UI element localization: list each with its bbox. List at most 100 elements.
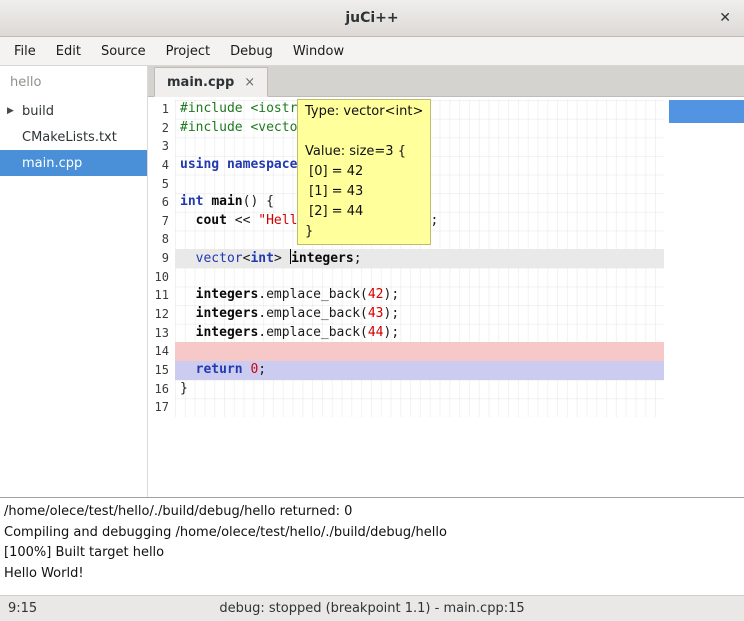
token-num: 42 xyxy=(368,287,384,302)
scrollbar-thumb[interactable] xyxy=(669,100,744,123)
menu-edit[interactable]: Edit xyxy=(46,37,91,65)
line-number[interactable]: 1 xyxy=(148,100,175,119)
tree-item-maincpp[interactable]: main.cpp xyxy=(0,150,147,176)
line-number[interactable]: 10 xyxy=(148,268,175,287)
output-terminal[interactable]: /home/olece/test/hello/./build/debug/hel… xyxy=(0,497,744,595)
terminal-line: Hello World! xyxy=(4,564,740,585)
token-pl xyxy=(180,362,196,377)
scrollbar-track[interactable] xyxy=(664,97,744,497)
tree-item-cmakelists[interactable]: CMakeLists.txt xyxy=(0,124,147,150)
token-pl: ; xyxy=(258,362,266,377)
debug-value-tooltip: Type: vector<int> Value: size=3 { [0] = 4… xyxy=(297,99,431,245)
token-kw: int xyxy=(180,194,203,209)
debug-status-message: debug: stopped (breakpoint 1.1) - main.c… xyxy=(0,601,744,616)
expander-icon[interactable]: ▶ xyxy=(7,106,14,116)
main-body: hello ▶ build CMakeLists.txt main.cpp ma… xyxy=(0,66,744,497)
token-pl: << xyxy=(227,213,258,228)
token-pl: .emplace_back( xyxy=(258,306,368,321)
token-pl xyxy=(219,157,227,172)
token-pl: ); xyxy=(384,306,400,321)
token-kw: return xyxy=(196,362,243,377)
line-number[interactable]: 3 xyxy=(148,137,175,156)
code-line-13[interactable]: integers.emplace_back(44); xyxy=(175,324,664,343)
token-pl: .emplace_back( xyxy=(258,325,368,340)
code-editor[interactable]: 1234567891011121314151617 #include <iost… xyxy=(148,97,744,497)
token-kw: int xyxy=(250,251,273,266)
tooltip-line: [1] = 43 xyxy=(305,182,423,202)
line-number[interactable]: 14 xyxy=(148,342,175,361)
token-typ: vector xyxy=(196,251,243,266)
tooltip-line: Value: size=3 { xyxy=(305,142,423,162)
line-number[interactable]: 8 xyxy=(148,230,175,249)
code-line-17[interactable] xyxy=(175,398,664,417)
token-fn: main xyxy=(211,194,242,209)
token-var: integers xyxy=(291,251,354,266)
token-var: integers xyxy=(196,306,259,321)
line-number[interactable]: 5 xyxy=(148,175,175,194)
token-pp: #include xyxy=(180,120,250,135)
menu-debug[interactable]: Debug xyxy=(220,37,283,65)
menubar: File Edit Source Project Debug Window xyxy=(0,37,744,66)
tooltip-line: [2] = 44 xyxy=(305,202,423,222)
tree-item-label: CMakeLists.txt xyxy=(22,130,117,145)
terminal-line: [100%] Built target hello xyxy=(4,543,740,564)
tab-maincpp[interactable]: main.cpp × xyxy=(154,67,268,97)
line-number[interactable]: 11 xyxy=(148,286,175,305)
app-window: juCi++ ✕ File Edit Source Project Debug … xyxy=(0,0,744,621)
token-pl xyxy=(180,251,196,266)
line-number[interactable]: 4 xyxy=(148,156,175,175)
token-pl: ); xyxy=(384,287,400,302)
line-number[interactable]: 7 xyxy=(148,212,175,231)
token-pl: ; xyxy=(354,251,362,266)
line-number[interactable]: 16 xyxy=(148,380,175,399)
titlebar[interactable]: juCi++ ✕ xyxy=(0,0,744,37)
line-number[interactable]: 2 xyxy=(148,119,175,138)
code-line-12[interactable]: integers.emplace_back(43); xyxy=(175,305,664,324)
code-line-11[interactable]: integers.emplace_back(42); xyxy=(175,286,664,305)
token-num: 44 xyxy=(368,325,384,340)
tooltip-line: Type: vector<int> xyxy=(305,102,423,122)
line-number[interactable]: 12 xyxy=(148,305,175,324)
line-number[interactable]: 6 xyxy=(148,193,175,212)
token-pl xyxy=(180,306,196,321)
menu-project[interactable]: Project xyxy=(156,37,220,65)
token-pp: #include xyxy=(180,101,250,116)
token-kw: namespace xyxy=(227,157,297,172)
tooltip-line: [0] = 42 xyxy=(305,162,423,182)
code-line-9[interactable]: vector<int> integers; xyxy=(175,249,664,268)
menu-window[interactable]: Window xyxy=(283,37,354,65)
tab-close-icon[interactable]: × xyxy=(244,75,255,90)
line-number[interactable]: 9 xyxy=(148,249,175,268)
code-line-15[interactable]: return 0; xyxy=(175,361,664,380)
tab-bar: main.cpp × xyxy=(148,66,744,97)
token-pl xyxy=(180,325,196,340)
window-close-icon[interactable]: ✕ xyxy=(719,10,731,26)
token-pl: } xyxy=(180,381,188,396)
code-line-14[interactable] xyxy=(175,342,664,361)
tooltip-line: } xyxy=(305,222,423,242)
file-tree-panel: hello ▶ build CMakeLists.txt main.cpp xyxy=(0,66,148,497)
tooltip-line xyxy=(305,122,423,142)
tree-item-build[interactable]: ▶ build xyxy=(0,98,147,124)
token-var: integers xyxy=(196,287,259,302)
token-var: integers xyxy=(196,325,259,340)
code-line-10[interactable] xyxy=(175,268,664,287)
tree-item-label: build xyxy=(22,104,54,119)
tree-item-label: main.cpp xyxy=(22,156,82,171)
token-kw: using xyxy=(180,157,219,172)
menu-source[interactable]: Source xyxy=(91,37,156,65)
token-pl xyxy=(180,213,196,228)
line-number[interactable]: 15 xyxy=(148,361,175,380)
status-bar: 9:15 debug: stopped (breakpoint 1.1) - m… xyxy=(0,595,744,621)
line-number[interactable]: 13 xyxy=(148,324,175,343)
gutter: 1234567891011121314151617 xyxy=(148,100,175,417)
line-number[interactable]: 17 xyxy=(148,398,175,417)
token-var: cout xyxy=(196,213,227,228)
menu-file[interactable]: File xyxy=(4,37,46,65)
code-line-16[interactable]: } xyxy=(175,380,664,399)
token-pl: > xyxy=(274,251,290,266)
terminal-line: /home/olece/test/hello/./build/debug/hel… xyxy=(4,502,740,523)
tab-label: main.cpp xyxy=(167,75,234,90)
token-pl xyxy=(180,287,196,302)
token-pl: .emplace_back( xyxy=(258,287,368,302)
